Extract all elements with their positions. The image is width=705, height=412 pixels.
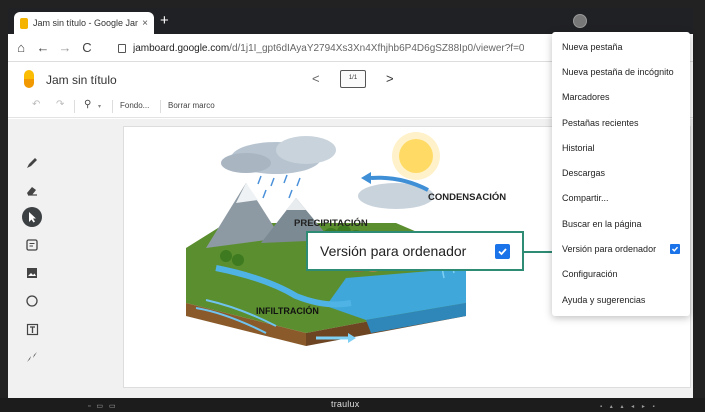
back-button[interactable]: ← (32, 40, 54, 55)
menu-item-label: Ayuda y sugerencias (562, 294, 646, 305)
zoom-dropdown-icon[interactable]: ▾ (98, 103, 101, 110)
redo-button[interactable]: ↷ (56, 99, 64, 110)
undo-button[interactable]: ↶ (32, 99, 40, 110)
menu-item-recent-tabs[interactable]: Pestañas recientes (552, 110, 690, 135)
home-button[interactable]: ⌂ (10, 40, 32, 55)
menu-item-desktop-site[interactable]: Versión para ordenador (552, 236, 690, 261)
menu-item-history[interactable]: Historial (552, 135, 690, 160)
bezel-right-controls: ▪ ▴ ▴ ◂ ▸ ▪ (600, 404, 658, 410)
desktop-version-callout-checkbox (495, 243, 510, 259)
frame-indicator: 1/1 (348, 75, 358, 81)
laser-icon (27, 352, 37, 362)
forward-button[interactable]: → (54, 40, 76, 55)
condensation-label: CONDENSACIÓN (428, 191, 506, 203)
tab-title: Jam sin título - Google Jamb (33, 18, 139, 28)
browser-menu: Nueva pestaña Nueva pestaña de incógnito… (552, 32, 690, 316)
infiltration-label: INFILTRACIÓN (256, 305, 319, 316)
desktop-version-callout-label: Versión para ordenador (320, 243, 467, 259)
address-bar[interactable]: jamboard.google.com/d/1j1I_gpt6dIAyaY279… (116, 38, 556, 58)
eraser-tool[interactable] (22, 180, 42, 200)
menu-item-new-tab[interactable]: Nueva pestaña (552, 34, 690, 59)
shape-tool[interactable] (22, 291, 42, 311)
reload-button[interactable]: C (76, 40, 98, 55)
image-tool[interactable] (22, 263, 42, 283)
display-device: Jam sin título - Google Jamb × + ⌂ ← → C… (0, 0, 705, 412)
select-tool[interactable] (22, 207, 42, 227)
browser-tab-bar: Jam sin título - Google Jamb × + (8, 8, 693, 34)
eraser-icon (27, 187, 37, 196)
image-icon (27, 268, 37, 278)
url-host: jamboard.google.com (133, 42, 230, 54)
menu-item-incognito[interactable]: Nueva pestaña de incógnito (552, 59, 690, 84)
desktop-site-checkbox[interactable] (670, 244, 680, 255)
menu-item-label: Buscar en la página (562, 218, 642, 229)
menu-item-label: Marcadores (562, 92, 610, 103)
checkmark-icon (498, 247, 507, 255)
menu-item-label: Nueva pestaña de incógnito (562, 66, 674, 77)
frame-bar-button[interactable]: 1/1 (340, 70, 366, 88)
jam-title[interactable]: Jam sin título (46, 73, 117, 87)
menu-item-share[interactable]: Compartir... (552, 186, 690, 211)
url-path: /d/1j1I_gpt6dIAyaY2794Xs3Xn4Xfhjhb6P4D6g… (229, 42, 525, 54)
browser-tab[interactable]: Jam sin título - Google Jamb × (14, 12, 154, 34)
menu-item-help[interactable]: Ayuda y sugerencias (552, 287, 690, 312)
menu-item-label: Versión para ordenador (562, 244, 657, 255)
new-tab-button[interactable]: + (160, 12, 169, 30)
menu-item-find-in-page[interactable]: Buscar en la página (552, 211, 690, 236)
device-brand-logo: traulux (331, 399, 360, 409)
text-box-tool[interactable] (22, 319, 42, 339)
clear-frame-button[interactable]: Borrar marco (168, 101, 215, 110)
previous-frame-button[interactable]: < (312, 71, 320, 86)
text-box-icon (26, 323, 38, 335)
menu-item-label: Descargas (562, 168, 606, 179)
menu-item-label: Configuración (562, 269, 618, 280)
checkmark-icon (671, 246, 679, 252)
profile-avatar[interactable] (573, 14, 587, 28)
precipitation-label: PRECIPITACIÓN (294, 217, 368, 229)
menu-item-downloads[interactable]: Descargas (552, 160, 690, 185)
tab-close-icon[interactable]: × (142, 18, 148, 29)
lock-icon (118, 43, 126, 53)
menu-item-label: Nueva pestaña (562, 41, 623, 52)
desktop-version-callout: Versión para ordenador (306, 231, 524, 271)
menu-item-label: Compartir... (562, 193, 609, 204)
next-frame-button[interactable]: > (386, 71, 394, 86)
menu-item-label: Pestañas recientes (562, 117, 639, 128)
menu-item-settings[interactable]: Configuración (552, 262, 690, 287)
background-button[interactable]: Fondo... (120, 101, 149, 110)
pen-icon (27, 158, 37, 168)
select-icon (29, 212, 36, 223)
sticky-note-icon (26, 239, 38, 251)
sticky-note-tool[interactable] (22, 235, 42, 255)
zoom-icon[interactable]: ⚲ (84, 99, 91, 110)
url-text: jamboard.google.com/d/1j1I_gpt6dIAyaY279… (133, 43, 524, 54)
jamboard-logo-icon[interactable] (24, 70, 34, 88)
bezel-left-controls: ▫ ▭ ▭ (88, 403, 118, 410)
jamboard-favicon-icon (20, 17, 28, 29)
menu-item-label: Historial (562, 142, 595, 153)
pen-tool[interactable] (22, 153, 42, 173)
shape-icon (26, 295, 38, 307)
menu-item-bookmarks[interactable]: Marcadores (552, 85, 690, 110)
laser-tool[interactable] (22, 347, 42, 367)
